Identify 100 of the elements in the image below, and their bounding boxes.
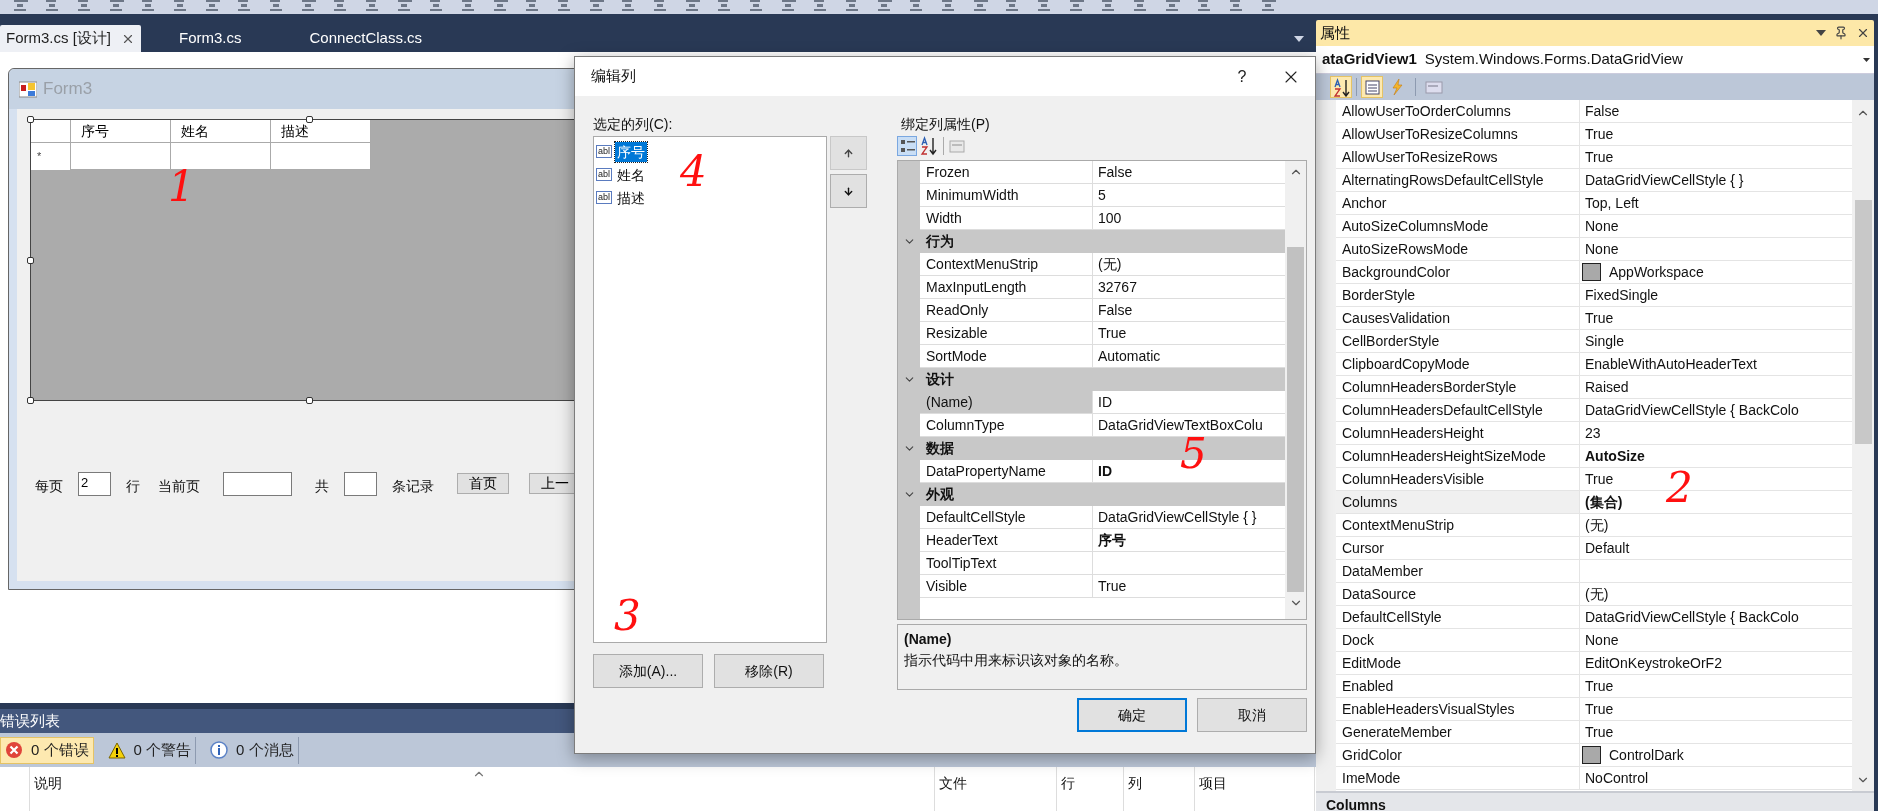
property-name[interactable]: MaxInputLength [920,276,1093,299]
property-value[interactable]: True [1580,675,1852,698]
sort-icon[interactable] [919,136,939,156]
property-name[interactable]: ColumnHeadersDefaultCellStyle [1336,399,1580,422]
property-name[interactable]: ContextMenuStrip [1336,514,1580,537]
property-name[interactable]: Cursor [1336,537,1580,560]
property-name[interactable]: ToolTipText [920,552,1093,575]
category-title[interactable]: 外观 [920,484,954,505]
ok-button[interactable]: 确定 [1077,698,1187,732]
property-value[interactable]: True [1580,721,1852,744]
category-title[interactable]: 数据 [920,438,954,459]
property-name[interactable]: AlternatingRowsDefaultCellStyle [1336,169,1580,192]
property-value[interactable]: FixedSingle [1580,284,1852,307]
property-name[interactable]: GenerateMember [1336,721,1580,744]
property-name[interactable]: DataSource [1336,583,1580,606]
column-header[interactable]: 行 [1057,767,1124,811]
property-value[interactable]: False [1580,100,1852,123]
property-name[interactable]: ContextMenuStrip [920,253,1093,276]
property-value[interactable]: AppWorkspace [1609,261,1704,283]
property-name[interactable]: BackgroundColor [1336,261,1580,284]
properties-icon[interactable] [1361,76,1383,98]
property-name[interactable]: ColumnType [920,414,1093,437]
property-name[interactable]: DefaultCellStyle [920,506,1093,529]
property-value[interactable]: None [1580,629,1852,652]
cancel-button[interactable]: 取消 [1197,698,1307,732]
resize-handle[interactable] [27,397,34,404]
property-value[interactable]: (无) [1580,583,1852,606]
category-title[interactable]: 行为 [920,231,954,252]
property-name[interactable]: EnableHeadersVisualStyles [1336,698,1580,721]
document-tab[interactable]: Form3.cs [149,25,272,52]
property-name[interactable]: Visible [920,575,1093,598]
property-name[interactable]: Dock [1336,629,1580,652]
column-list-item[interactable]: 描述 [615,187,647,208]
property-name[interactable]: ClipboardCopyMode [1336,353,1580,376]
property-value[interactable]: AutoSize [1580,445,1852,468]
column-header[interactable]: 说明 [30,767,935,811]
property-name[interactable]: Anchor [1336,192,1580,215]
property-value[interactable]: DataGridViewCellStyle { BackColo [1580,606,1852,629]
property-value[interactable]: None [1580,238,1852,261]
dropdown-icon[interactable] [1863,57,1870,62]
property-name[interactable]: ColumnHeadersHeight [1336,422,1580,445]
close-icon[interactable] [1856,26,1870,40]
property-name[interactable]: MinimumWidth [920,184,1093,207]
grid-cell[interactable] [271,143,371,170]
filter-button[interactable]: 0 个警告 [103,736,197,764]
property-name[interactable]: ImeMode [1336,767,1580,790]
property-value[interactable]: ControlDark [1609,744,1684,766]
property-value[interactable]: (无) [1580,514,1852,537]
property-name[interactable]: AutoSizeColumnsMode [1336,215,1580,238]
page-field[interactable] [223,471,292,496]
property-value[interactable]: EnableWithAutoHeaderText [1580,353,1852,376]
property-name[interactable]: HeaderText [920,529,1093,552]
categorized-icon[interactable] [897,136,917,156]
property-value[interactable]: Top, Left [1580,192,1852,215]
property-name[interactable]: AllowUserToOrderColumns [1336,100,1580,123]
property-value[interactable]: Single [1580,330,1852,353]
resize-handle[interactable] [306,397,313,404]
property-value[interactable]: True [1580,123,1852,146]
property-name[interactable]: Resizable [920,322,1093,345]
column-header[interactable]: 描述 [271,120,371,143]
pin-icon[interactable] [1834,26,1848,40]
property-name[interactable]: AutoSizeRowsMode [1336,238,1580,261]
property-value[interactable]: DataGridViewCellStyle { } [1580,169,1852,192]
column-header[interactable]: 文件 [935,767,1057,811]
property-name[interactable]: (Name) [920,391,1093,414]
scrollbar[interactable] [1285,161,1306,619]
property-name[interactable]: Columns [1336,491,1580,514]
property-value[interactable]: True [1580,698,1852,721]
help-button[interactable]: ? [1227,64,1257,89]
property-value[interactable]: None [1580,215,1852,238]
property-value[interactable]: True [1580,307,1852,330]
column-list-item[interactable]: 姓名 [615,164,647,185]
property-value[interactable]: NoControl [1580,767,1852,790]
add-button[interactable]: 添加(A)... [593,654,703,688]
resize-handle[interactable] [27,257,34,264]
document-tab[interactable]: ConnectClass.cs [279,25,453,52]
property-name[interactable]: SortMode [920,345,1093,368]
property-value[interactable]: Default [1580,537,1852,560]
dropdown-icon[interactable] [1816,30,1826,36]
property-name[interactable]: ColumnHeadersHeightSizeMode [1336,445,1580,468]
property-value[interactable]: Raised [1580,376,1852,399]
scrollbar[interactable] [1852,100,1874,791]
property-name[interactable]: Frozen [920,161,1093,184]
pager-button[interactable]: 首页 [457,473,509,494]
property-value[interactable]: 23 [1580,422,1852,445]
property-name[interactable]: AllowUserToResizeRows [1336,146,1580,169]
property-name[interactable]: DataPropertyName [920,460,1093,483]
filter-button[interactable]: 0 个错误 [0,736,94,764]
property-value[interactable]: EditOnKeystrokeOrF2 [1580,652,1852,675]
column-header[interactable]: 项目 [1195,767,1315,811]
property-name[interactable]: AllowUserToResizeColumns [1336,123,1580,146]
property-name[interactable]: EditMode [1336,652,1580,675]
column-list-item[interactable]: 序号 [615,141,647,162]
property-name[interactable]: DefaultCellStyle [1336,606,1580,629]
object-selector[interactable]: ataGridView1 System.Windows.Forms.DataGridView [1316,46,1874,74]
dropdown-icon[interactable] [1294,36,1304,42]
remove-button[interactable]: 移除(R) [714,654,824,688]
alphabetical-icon[interactable] [1330,76,1352,98]
category-title[interactable]: 设计 [920,369,954,390]
filter-button[interactable]: 0 个消息 [206,736,299,764]
